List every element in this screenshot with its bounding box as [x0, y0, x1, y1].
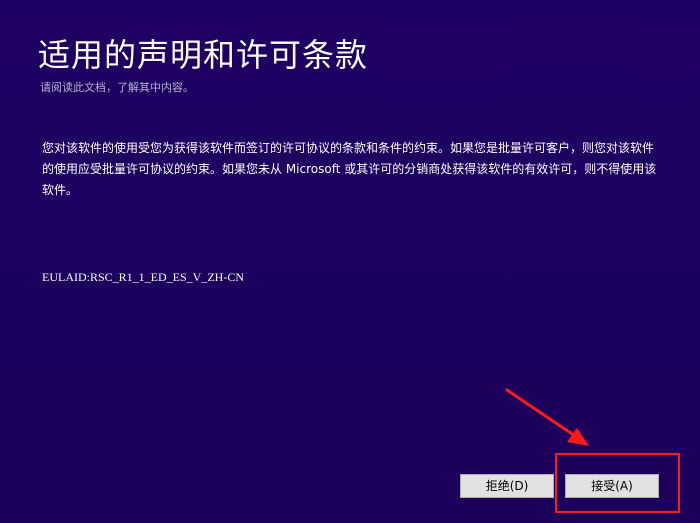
- page-subtitle: 请阅读此文档，了解其中内容。: [40, 81, 194, 94]
- eula-id-text: EULAID:RSC_R1_1_ED_ES_V_ZH-CN: [42, 270, 245, 284]
- setup-window: 适用的声明和许可条款 请阅读此文档，了解其中内容。 您对该软件的使用受您为获得该…: [0, 0, 700, 523]
- accept-button[interactable]: 接受(A): [565, 474, 659, 498]
- license-text: 您对该软件的使用受您为获得该软件而签订的许可协议的条款和条件的约束。如果您是批量…: [42, 141, 657, 197]
- page-title: 适用的声明和许可条款: [38, 36, 369, 74]
- annotation-arrow-icon: [505, 388, 589, 446]
- decline-button[interactable]: 拒绝(D): [460, 474, 554, 498]
